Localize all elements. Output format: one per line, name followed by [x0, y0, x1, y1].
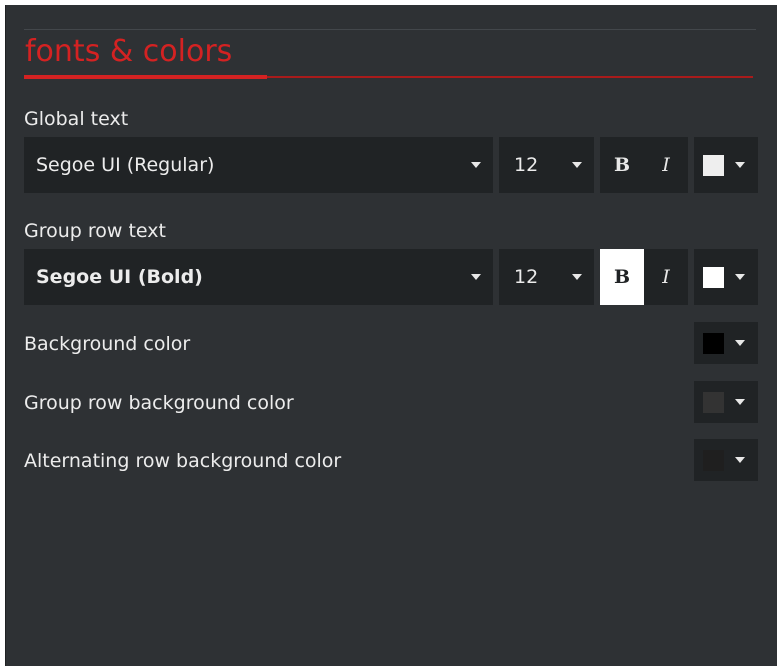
group-row-bold-toggle[interactable]: B: [600, 249, 644, 305]
group-row-background-color-swatch: [703, 392, 724, 413]
chevron-down-icon: [735, 162, 745, 168]
chevron-down-icon: [471, 162, 481, 168]
global-size-dropdown[interactable]: 12: [499, 137, 594, 193]
global-bold-toggle[interactable]: B: [600, 137, 644, 193]
chevron-down-icon: [735, 274, 745, 280]
global-font-dropdown[interactable]: Segoe UI (Regular): [24, 137, 493, 193]
top-divider: [24, 29, 756, 30]
title-underline-accent: [24, 75, 267, 79]
group-row-font-dropdown[interactable]: Segoe UI (Bold): [24, 249, 493, 305]
chevron-down-icon: [735, 457, 745, 463]
group-row-italic-toggle[interactable]: I: [644, 249, 688, 305]
global-text-color-swatch: [703, 155, 724, 176]
group-row-style-toggles: B I: [600, 249, 688, 305]
alternating-row-background-color-swatch: [703, 450, 724, 471]
group-row-font-value: Segoe UI (Bold): [36, 266, 203, 288]
global-style-toggles: B I: [600, 137, 688, 193]
background-color-picker[interactable]: [694, 322, 758, 364]
chevron-down-icon: [471, 274, 481, 280]
chevron-down-icon: [572, 274, 582, 280]
group-row-size-dropdown[interactable]: 12: [499, 249, 594, 305]
group-row-text-label: Group row text: [24, 220, 166, 242]
global-italic-toggle[interactable]: I: [644, 137, 688, 193]
chevron-down-icon: [572, 162, 582, 168]
global-text-color-picker[interactable]: [694, 137, 758, 193]
section-title: fonts & colors: [25, 34, 233, 69]
chevron-down-icon: [735, 399, 745, 405]
group-row-text-color-picker[interactable]: [694, 249, 758, 305]
fonts-colors-panel: fonts & colors Global text Segoe UI (Reg…: [5, 5, 777, 666]
global-text-label: Global text: [24, 108, 129, 130]
group-row-background-color-label: Group row background color: [24, 392, 294, 414]
global-font-value: Segoe UI (Regular): [36, 154, 215, 176]
group-row-text-row: Segoe UI (Bold) 12 B I: [24, 249, 758, 305]
chevron-down-icon: [735, 340, 745, 346]
global-text-row: Segoe UI (Regular) 12 B I: [24, 137, 758, 193]
group-row-background-color-picker[interactable]: [694, 381, 758, 423]
group-row-size-value: 12: [514, 266, 539, 288]
global-size-value: 12: [514, 154, 539, 176]
group-row-text-color-swatch: [703, 267, 724, 288]
alternating-row-background-color-picker[interactable]: [694, 439, 758, 481]
alternating-row-background-color-label: Alternating row background color: [24, 450, 342, 472]
background-color-swatch: [703, 333, 724, 354]
background-color-label: Background color: [24, 333, 191, 355]
